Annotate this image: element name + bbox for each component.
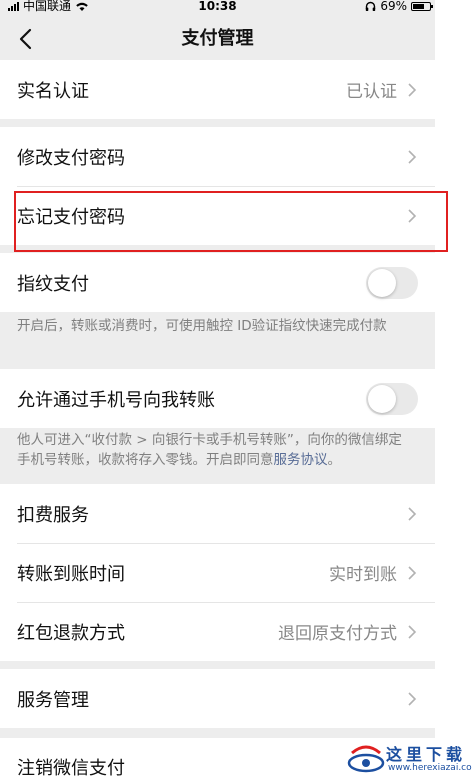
forgot-password-row[interactable]: 忘记支付密码 <box>0 186 435 245</box>
navigation-bar: 支付管理 <box>0 14 435 64</box>
chevron-right-icon <box>408 82 417 97</box>
watermark-title: 这里下载 <box>386 745 467 764</box>
chevron-right-icon <box>408 565 417 580</box>
change-password-row[interactable]: 修改支付密码 <box>0 127 435 186</box>
watermark-logo <box>347 745 385 773</box>
forgot-password-label: 忘记支付密码 <box>17 206 125 228</box>
transfer-time-row[interactable]: 转账到账时间 实时到账 <box>0 543 435 602</box>
transfer-time-label: 转账到账时间 <box>17 563 125 585</box>
redpacket-refund-row[interactable]: 红包退款方式 退回原支付方式 <box>0 602 435 661</box>
cancel-wechatpay-label: 注销微信支付 <box>17 758 125 779</box>
service-manage-row[interactable]: 服务管理 <box>0 669 435 728</box>
password-section: 修改支付密码 忘记支付密码 <box>0 127 435 245</box>
transfer-time-value: 实时到账 <box>329 565 397 585</box>
toggle-knob <box>368 384 396 413</box>
background-strip <box>435 0 472 783</box>
service-manage-label: 服务管理 <box>17 689 89 711</box>
service-agreement-link[interactable]: 服务协议 <box>274 452 328 468</box>
phone-transfer-section: 允许通过手机号向我转账 <box>0 369 435 428</box>
realname-section: 实名认证 已认证 <box>0 60 435 119</box>
realname-status: 已认证 <box>346 82 397 102</box>
watermark-url: www.herexiazai.com <box>388 763 472 773</box>
phone-transfer-label: 允许通过手机号向我转账 <box>17 389 215 411</box>
deduction-service-row[interactable]: 扣费服务 <box>0 484 435 543</box>
phone-transfer-toggle[interactable] <box>366 382 418 415</box>
realname-row[interactable]: 实名认证 已认证 <box>0 60 435 119</box>
services-section: 扣费服务 转账到账时间 实时到账 红包退款方式 退回原支付方式 <box>0 484 435 661</box>
fingerprint-toggle[interactable] <box>366 266 418 299</box>
chevron-right-icon <box>408 149 417 164</box>
chevron-right-icon <box>408 506 417 521</box>
status-bar: 中国联通 10:38 69% <box>0 0 435 14</box>
phone-transfer-desc-end: 。 <box>327 452 342 468</box>
manage-section: 服务管理 <box>0 669 435 728</box>
chevron-right-icon <box>408 208 417 223</box>
battery-level <box>413 3 425 9</box>
battery-percent: 69% <box>380 0 407 13</box>
fingerprint-label: 指纹支付 <box>17 273 89 295</box>
phone-transfer-desc-text: 他人可进入“收付款 > 向银行卡或手机号转账”，向你的微信绑定手机号转账，收款将… <box>17 432 402 468</box>
fingerprint-description: 开启后，转账或消费时，可使用触控 ID验证指纹快速完成付款 <box>17 318 387 334</box>
fingerprint-row: 指纹支付 <box>0 253 435 312</box>
chevron-right-icon <box>408 691 417 706</box>
deduction-service-label: 扣费服务 <box>17 504 89 526</box>
fingerprint-section: 指纹支付 <box>0 253 435 312</box>
phone-screen: 中国联通 10:38 69% 支付管理 实名认证 已认证 修改支付密码 忘记支付… <box>0 0 435 783</box>
status-right: 69% <box>365 0 433 13</box>
redpacket-refund-value: 退回原支付方式 <box>278 624 397 644</box>
toggle-knob <box>368 268 396 297</box>
redpacket-refund-label: 红包退款方式 <box>17 622 125 644</box>
battery-icon <box>411 1 433 11</box>
phone-transfer-row: 允许通过手机号向我转账 <box>0 369 435 428</box>
watermark: 这里下载 www.herexiazai.com <box>346 739 472 779</box>
headphones-icon <box>366 1 376 11</box>
page-title: 支付管理 <box>181 28 254 49</box>
realname-label: 实名认证 <box>17 80 89 102</box>
change-password-label: 修改支付密码 <box>17 147 125 169</box>
chevron-right-icon <box>408 624 417 639</box>
phone-transfer-description: 他人可进入“收付款 > 向银行卡或手机号转账”，向你的微信绑定手机号转账，收款将… <box>17 430 409 470</box>
